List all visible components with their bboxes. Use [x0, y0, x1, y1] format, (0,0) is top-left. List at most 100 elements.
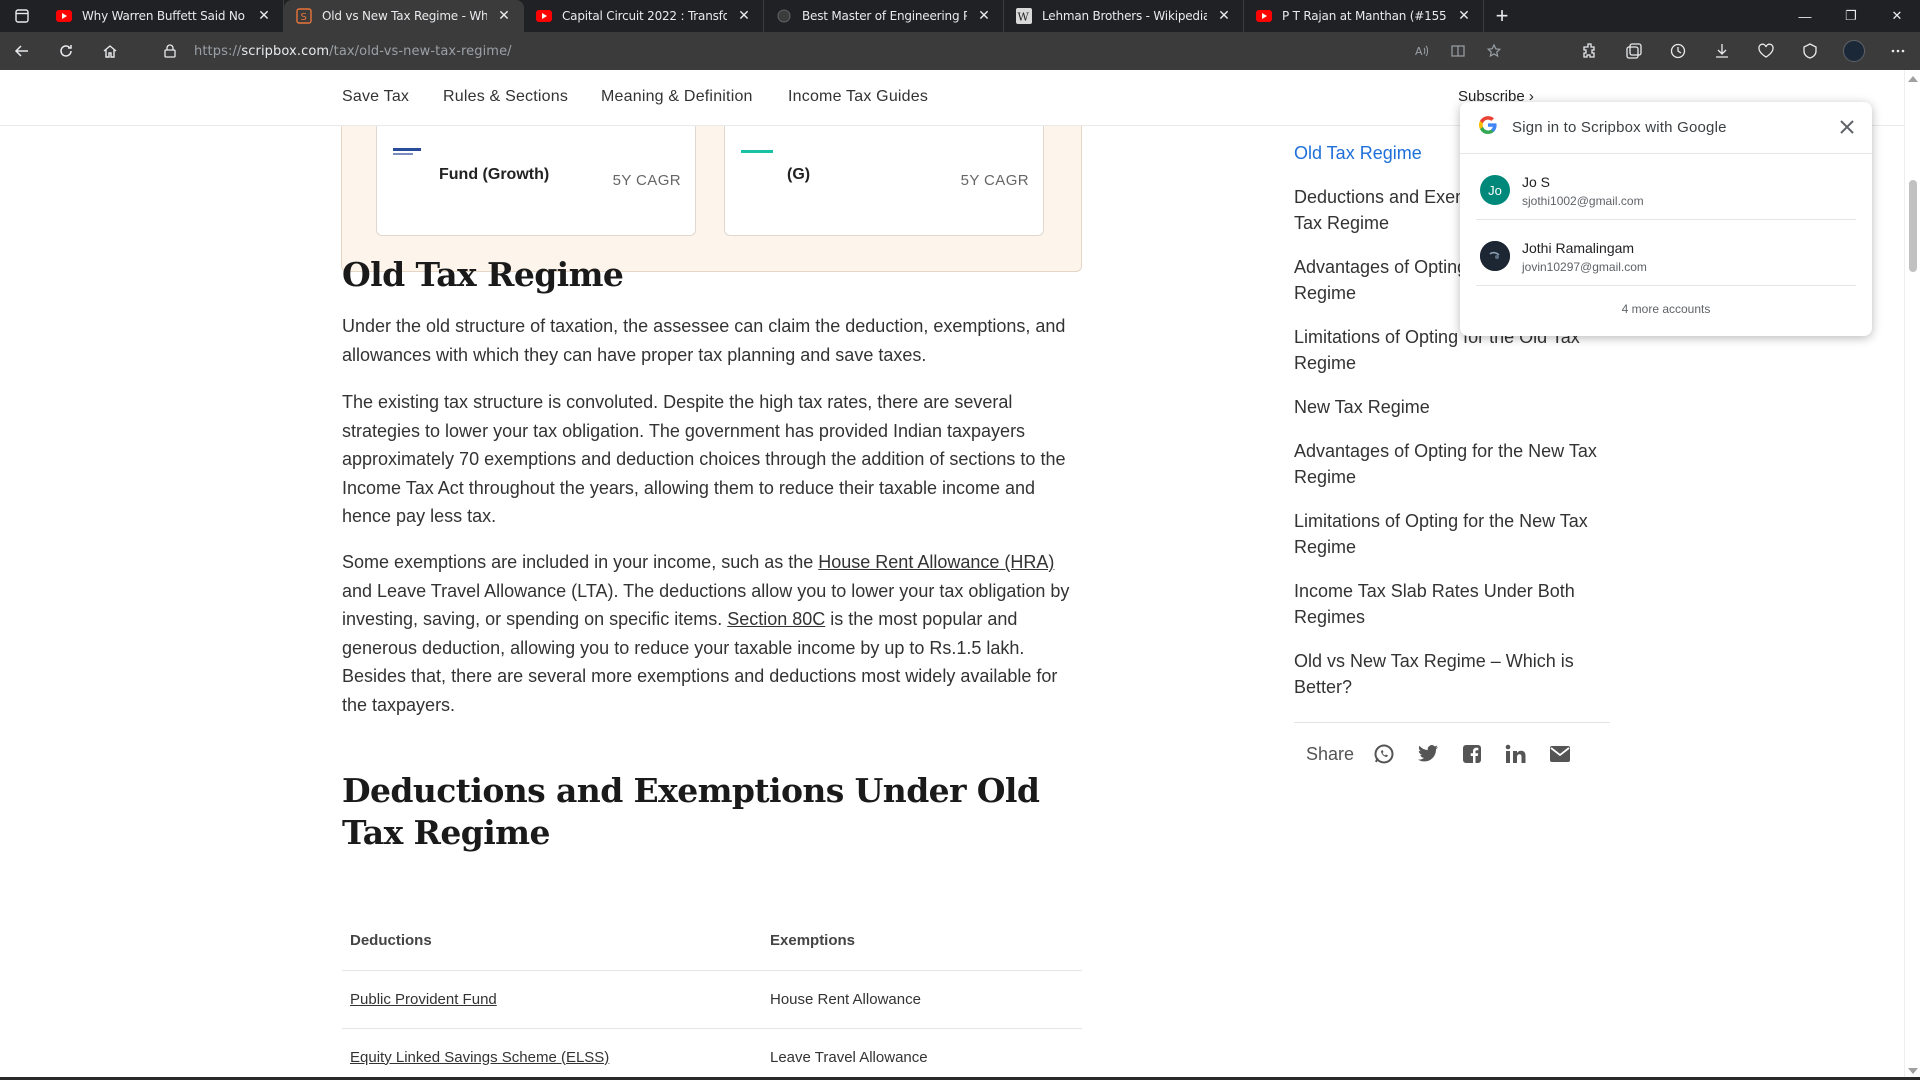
paragraph: The existing tax structure is convoluted… — [342, 392, 1066, 527]
wikipedia-icon: W — [1016, 8, 1032, 24]
home-icon — [103, 45, 117, 58]
fund-metric: 5Y CAGR — [960, 172, 1029, 189]
table-header: Deductions — [342, 912, 762, 971]
linkedin-icon[interactable] — [1504, 742, 1528, 766]
read-aloud-icon[interactable]: A — [1404, 43, 1440, 59]
whatsapp-icon[interactable] — [1372, 742, 1396, 766]
tab-title: Lehman Brothers - Wikipedia — [1042, 9, 1207, 23]
toc-item[interactable]: Limitations of Opting for the New Tax Re… — [1294, 508, 1610, 560]
browser-tab[interactable]: W Lehman Brothers - Wikipedia ✕ — [1004, 0, 1244, 32]
scroll-down-arrow-icon[interactable] — [1908, 1068, 1918, 1074]
deduction-link[interactable]: Public Provident Fund — [350, 991, 497, 1008]
extensions-icon[interactable] — [1568, 32, 1612, 70]
popup-title: Sign in to Scripbox with Google — [1512, 119, 1727, 136]
tab-title: Capital Circuit 2022 : Transformi — [562, 9, 727, 23]
immersive-reader-icon[interactable] — [1440, 43, 1476, 59]
fund-name: Fund (Growth) — [439, 166, 550, 183]
account-option[interactable]: Jo Jo S sjothi1002@gmail.com — [1476, 154, 1856, 220]
tab-title: Why Warren Buffett Said No to I — [82, 9, 247, 23]
tab-title: Old vs New Tax Regime - What S — [322, 9, 487, 23]
page-scrollbar[interactable] — [1904, 70, 1920, 1080]
browser-tab[interactable]: Capital Circuit 2022 : Transformi ✕ — [524, 0, 764, 32]
section-heading-deductions: Deductions and Exemptions Under Old Tax … — [342, 771, 1040, 852]
close-tab-icon[interactable]: ✕ — [495, 8, 513, 24]
back-button[interactable] — [0, 32, 44, 70]
table-row: Public Provident Fund House Rent Allowan… — [342, 970, 1082, 1029]
fund-card[interactable]: (G) 5Y CAGR — [724, 126, 1044, 236]
fund-widget: Fund (Growth) 5Y CAGR (G) 5Y CAGR — [341, 126, 1082, 272]
browser-essentials-icon[interactable] — [1788, 32, 1832, 70]
nav-income-tax-guides[interactable]: Income Tax Guides — [788, 88, 928, 106]
close-tab-icon[interactable]: ✕ — [255, 8, 273, 24]
close-tab-icon[interactable]: ✕ — [1455, 8, 1473, 24]
close-tab-icon[interactable]: ✕ — [735, 8, 753, 24]
collections-icon[interactable] — [1612, 32, 1656, 70]
table-header: Exemptions — [762, 912, 1082, 971]
restore-button[interactable]: ❐ — [1828, 0, 1874, 32]
deduction-link[interactable]: Equity Linked Savings Scheme (ELSS) — [350, 1049, 609, 1066]
browser-toolbar: https://scripbox.com/tax/old-vs-new-tax-… — [0, 32, 1920, 70]
browser-tab[interactable]: Best Master of Engineering Psych ✕ — [764, 0, 1004, 32]
fund-card[interactable]: Fund (Growth) 5Y CAGR — [376, 126, 696, 236]
toc-divider — [1294, 722, 1610, 723]
twitter-icon[interactable] — [1416, 742, 1440, 766]
account-option[interactable]: Jothi Ramalingam jovin10297@gmail.com — [1476, 220, 1856, 286]
nav-rules-sections[interactable]: Rules & Sections — [443, 88, 568, 106]
account-name: Jo S — [1522, 174, 1551, 190]
deductions-table: Deductions Exemptions Public Provident F… — [342, 912, 1082, 1080]
svg-text:W: W — [1018, 11, 1030, 24]
home-button[interactable] — [88, 32, 132, 70]
youtube-icon — [1256, 8, 1272, 24]
browser-tab[interactable]: Why Warren Buffett Said No to I ✕ — [44, 0, 284, 32]
scroll-up-arrow-icon[interactable] — [1908, 76, 1918, 82]
account-avatar: Jo — [1480, 175, 1510, 205]
fund-logo-icon — [741, 150, 773, 153]
nav-save-tax[interactable]: Save Tax — [342, 88, 409, 106]
close-icon[interactable] — [1836, 116, 1858, 138]
more-accounts-link[interactable]: 4 more accounts — [1460, 286, 1872, 316]
share-bar: Share — [1306, 742, 1592, 766]
tab-actions-menu[interactable] — [0, 0, 44, 32]
google-signin-popup: Sign in to Scripbox with Google Jo Jo S … — [1460, 102, 1872, 336]
refresh-button[interactable] — [44, 32, 88, 70]
health-icon[interactable] — [1744, 32, 1788, 70]
scripbox-icon: S — [296, 8, 312, 24]
fund-logo-icon — [393, 144, 421, 156]
favorite-star-icon[interactable] — [1476, 43, 1512, 59]
browser-tab[interactable]: P T Rajan at Manthan (#155) on ✕ — [1244, 0, 1484, 32]
scrollbar-thumb[interactable] — [1909, 180, 1917, 272]
section-80c-link[interactable]: Section 80C — [727, 609, 825, 629]
account-email: sjothi1002@gmail.com — [1522, 194, 1644, 208]
account-avatar — [1480, 241, 1510, 271]
close-window-button[interactable]: ✕ — [1874, 0, 1920, 32]
account-name: Jothi Ramalingam — [1522, 240, 1635, 256]
svg-text:S: S — [301, 12, 307, 23]
tab-title: P T Rajan at Manthan (#155) on — [1282, 9, 1447, 23]
toc-item[interactable]: Advantages of Opting for the New Tax Reg… — [1294, 438, 1610, 490]
close-tab-icon[interactable]: ✕ — [1215, 8, 1233, 24]
browser-tab[interactable]: S Old vs New Tax Regime - What S ✕ — [284, 0, 524, 32]
nav-meaning-definition[interactable]: Meaning & Definition — [601, 88, 753, 106]
toc-item[interactable]: New Tax Regime — [1294, 394, 1610, 420]
popup-header: Sign in to Scripbox with Google — [1460, 102, 1872, 154]
lock-icon[interactable] — [164, 44, 180, 58]
toc-item[interactable]: Old vs New Tax Regime – Which is Better? — [1294, 648, 1610, 700]
downloads-icon[interactable] — [1700, 32, 1744, 70]
close-tab-icon[interactable]: ✕ — [975, 8, 993, 24]
paragraph: Under the old structure of taxation, the… — [342, 316, 1066, 365]
youtube-icon — [56, 8, 72, 24]
section-heading-old-tax-regime: Old Tax Regime — [342, 255, 624, 294]
profile-avatar[interactable] — [1832, 32, 1876, 70]
tab-title: Best Master of Engineering Psych — [802, 9, 967, 23]
hra-link[interactable]: House Rent Allowance (HRA) — [818, 552, 1054, 572]
history-icon[interactable] — [1656, 32, 1700, 70]
new-tab-button[interactable]: + — [1484, 0, 1520, 32]
minimize-button[interactable]: — — [1782, 0, 1828, 32]
facebook-icon[interactable] — [1460, 742, 1484, 766]
email-icon[interactable] — [1548, 742, 1572, 766]
address-bar[interactable]: https://scripbox.com/tax/old-vs-new-tax-… — [148, 36, 1512, 66]
settings-more-icon[interactable] — [1876, 32, 1920, 70]
account-email: jovin10297@gmail.com — [1522, 260, 1647, 274]
url-text[interactable]: https://scripbox.com/tax/old-vs-new-tax-… — [194, 44, 512, 59]
toc-item[interactable]: Income Tax Slab Rates Under Both Regimes — [1294, 578, 1610, 630]
